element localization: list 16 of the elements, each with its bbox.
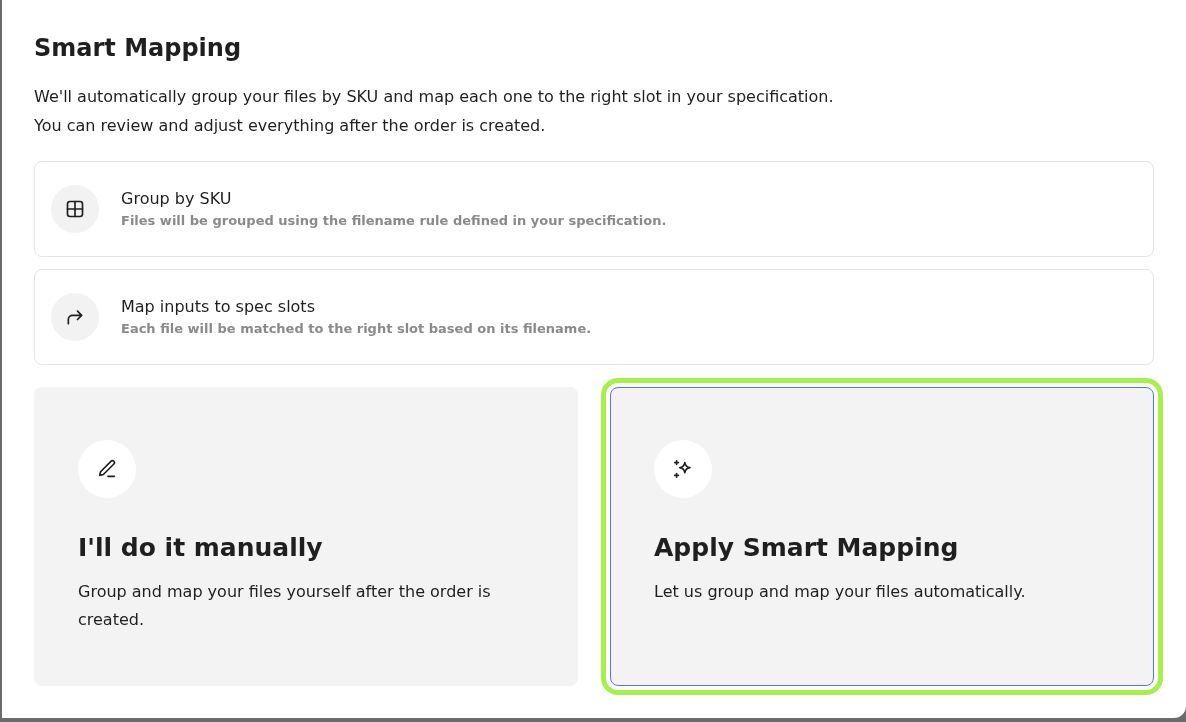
- pencil-icon: [96, 458, 118, 480]
- dialog-description: We'll automatically group your files by SKU and map each one to the right slot in your specification.: [34, 86, 835, 108]
- option-description: Group and map your files yourself after the order is created.: [78, 581, 492, 631]
- option-description: Let us group and map your files automatically.: [654, 581, 1027, 603]
- dialog-title: Smart Mapping: [34, 33, 243, 64]
- option-title: Apply Smart Mapping: [654, 532, 960, 564]
- dialog-description: You can review and adjust everything after the order is created.: [34, 115, 547, 137]
- step-subtitle: Each file will be matched to the right slot based on its filename.: [121, 320, 592, 338]
- option-card[interactable]: I'll do it manually Group and map your files yourself after the order is created.: [34, 387, 578, 686]
- sparkles-icon: [672, 458, 694, 480]
- step-subtitle: Files will be grouped using the filename rule defined in your specification.: [121, 212, 667, 230]
- option-title: I'll do it manually: [78, 532, 324, 564]
- grid-icon: [65, 199, 85, 219]
- step-title: Group by SKU: [121, 188, 233, 210]
- arrow-icon: [65, 307, 85, 327]
- step-title: Map inputs to spec slots: [121, 296, 316, 318]
